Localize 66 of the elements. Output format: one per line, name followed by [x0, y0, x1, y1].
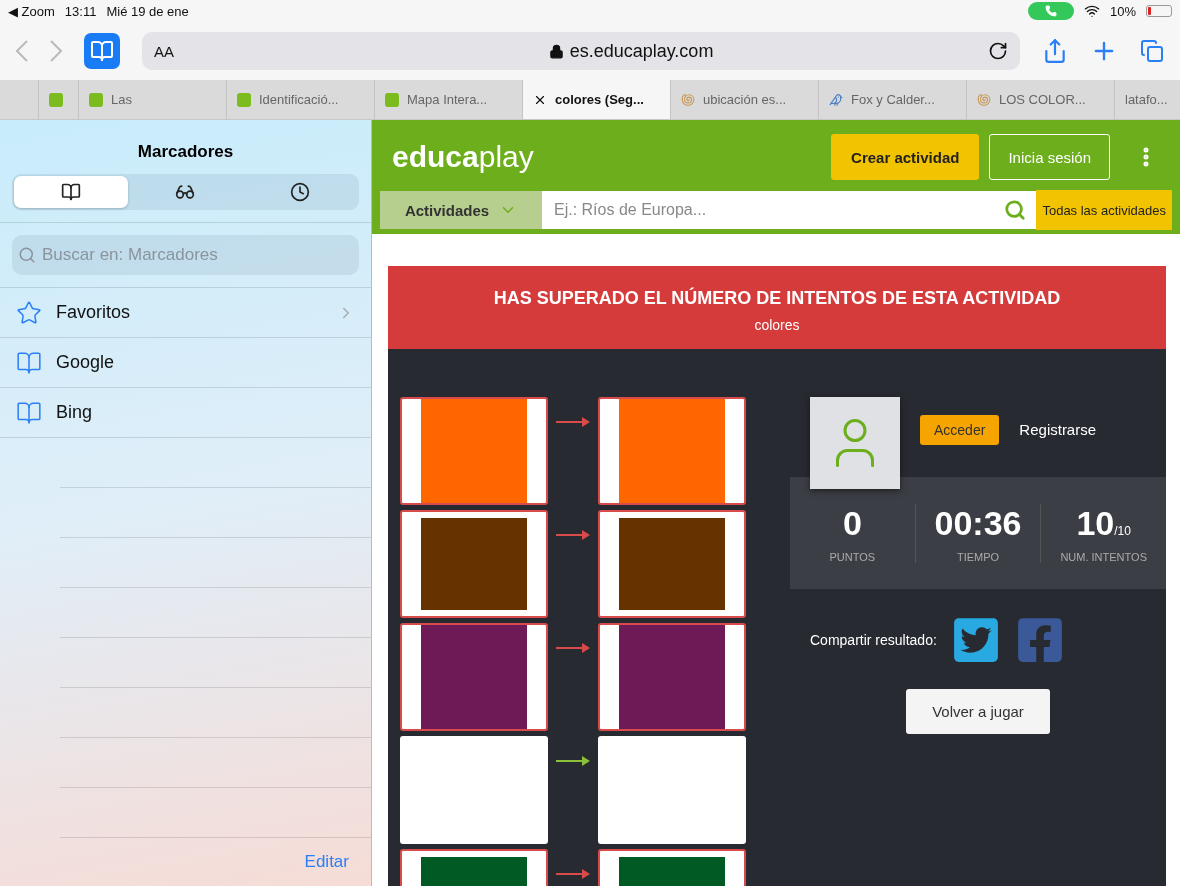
browser-tab[interactable]: Las	[78, 80, 226, 119]
wifi-icon	[1083, 3, 1100, 19]
tabs-button[interactable]	[1140, 39, 1164, 63]
search-icon[interactable]	[1004, 199, 1027, 221]
back-app-link[interactable]: ◀ Zoom	[8, 3, 55, 19]
star-icon	[16, 299, 42, 326]
call-indicator[interactable]	[1027, 2, 1074, 20]
text-size-button[interactable]: AA	[154, 42, 274, 60]
book-icon	[16, 399, 42, 426]
bird-icon	[829, 92, 843, 107]
arrow-icon	[556, 530, 590, 540]
search-icon	[18, 246, 36, 264]
battery-icon	[1146, 5, 1172, 17]
book-icon	[61, 182, 82, 202]
share-button[interactable]	[1042, 38, 1068, 64]
browser-tab[interactable]: latafo...	[1114, 80, 1180, 119]
browser-tab[interactable]: ubicación es...	[670, 80, 818, 119]
arrow-icon	[556, 417, 590, 427]
stat-value: 0	[842, 503, 862, 543]
clock-icon	[289, 182, 310, 202]
shell-icon	[977, 92, 991, 107]
address-bar[interactable]: AA es.educaplay.com	[142, 32, 1020, 70]
site-icon	[385, 92, 399, 107]
shell-icon	[681, 92, 695, 107]
replay-button[interactable]: Volver a jugar	[906, 689, 1050, 734]
bookmark-item[interactable]: Google	[0, 338, 371, 388]
browser-tab[interactable]: Fox y Calder...	[818, 80, 966, 119]
stat-value: 10/10	[1076, 503, 1131, 543]
url-text[interactable]: es.educaplay.com	[274, 40, 988, 62]
browser-tab[interactable]: colores (Seg...	[522, 80, 670, 119]
stat-label: NUM. INTENTOS	[1060, 550, 1147, 563]
bookmark-item[interactable]: Bing	[0, 388, 371, 438]
bookmarks-button[interactable]	[84, 33, 120, 69]
register-link[interactable]: Registrarse	[1019, 421, 1097, 438]
browser-tab[interactable]: LOS COLOR...	[966, 80, 1114, 119]
status-date: Mié 19 de ene	[106, 3, 189, 19]
arrow-icon	[556, 869, 590, 879]
create-activity-button[interactable]: Crear actividad	[831, 134, 980, 180]
lock-icon	[548, 43, 564, 59]
stat-value: 00:36	[934, 503, 1022, 543]
access-button[interactable]: Acceder	[920, 415, 1000, 445]
share-label: Compartir resultado:	[810, 632, 937, 648]
bookmark-item[interactable]: Favoritos	[0, 288, 371, 338]
book-icon	[16, 349, 42, 376]
site-icon	[237, 92, 251, 107]
all-activities-button[interactable]: Todas las actividades	[1036, 190, 1172, 230]
glasses-icon	[175, 182, 196, 202]
arrow-icon	[556, 756, 590, 766]
arrow-icon	[556, 643, 590, 653]
segment-tab[interactable]	[14, 176, 129, 208]
sidebar-title: Marcadores	[136, 141, 235, 163]
banner-subtitle: colores	[753, 317, 801, 333]
activity-search-field[interactable]: Ej.: Ríos de Europa...	[542, 191, 1037, 229]
status-time: 13:11	[64, 3, 97, 19]
reload-icon[interactable]	[988, 41, 1008, 61]
stat-label: TIEMPO	[956, 550, 1000, 563]
site-icon	[49, 92, 63, 107]
category-dropdown[interactable]: Actividades	[380, 191, 542, 229]
stat-label: PUNTOS	[829, 550, 876, 563]
banner-title: HAS SUPERADO EL NÚMERO DE INTENTOS DE ESTA ACTIVIDAD	[492, 288, 1062, 309]
search-input[interactable]: Buscar en: Marcadores	[40, 244, 353, 266]
browser-tab[interactable]: Identificació...	[226, 80, 374, 119]
book-icon[interactable]	[90, 39, 114, 63]
battery-percent: 10%	[1109, 3, 1136, 19]
site-icon	[89, 92, 103, 107]
search-field[interactable]: Buscar en: Marcadores	[12, 235, 359, 275]
